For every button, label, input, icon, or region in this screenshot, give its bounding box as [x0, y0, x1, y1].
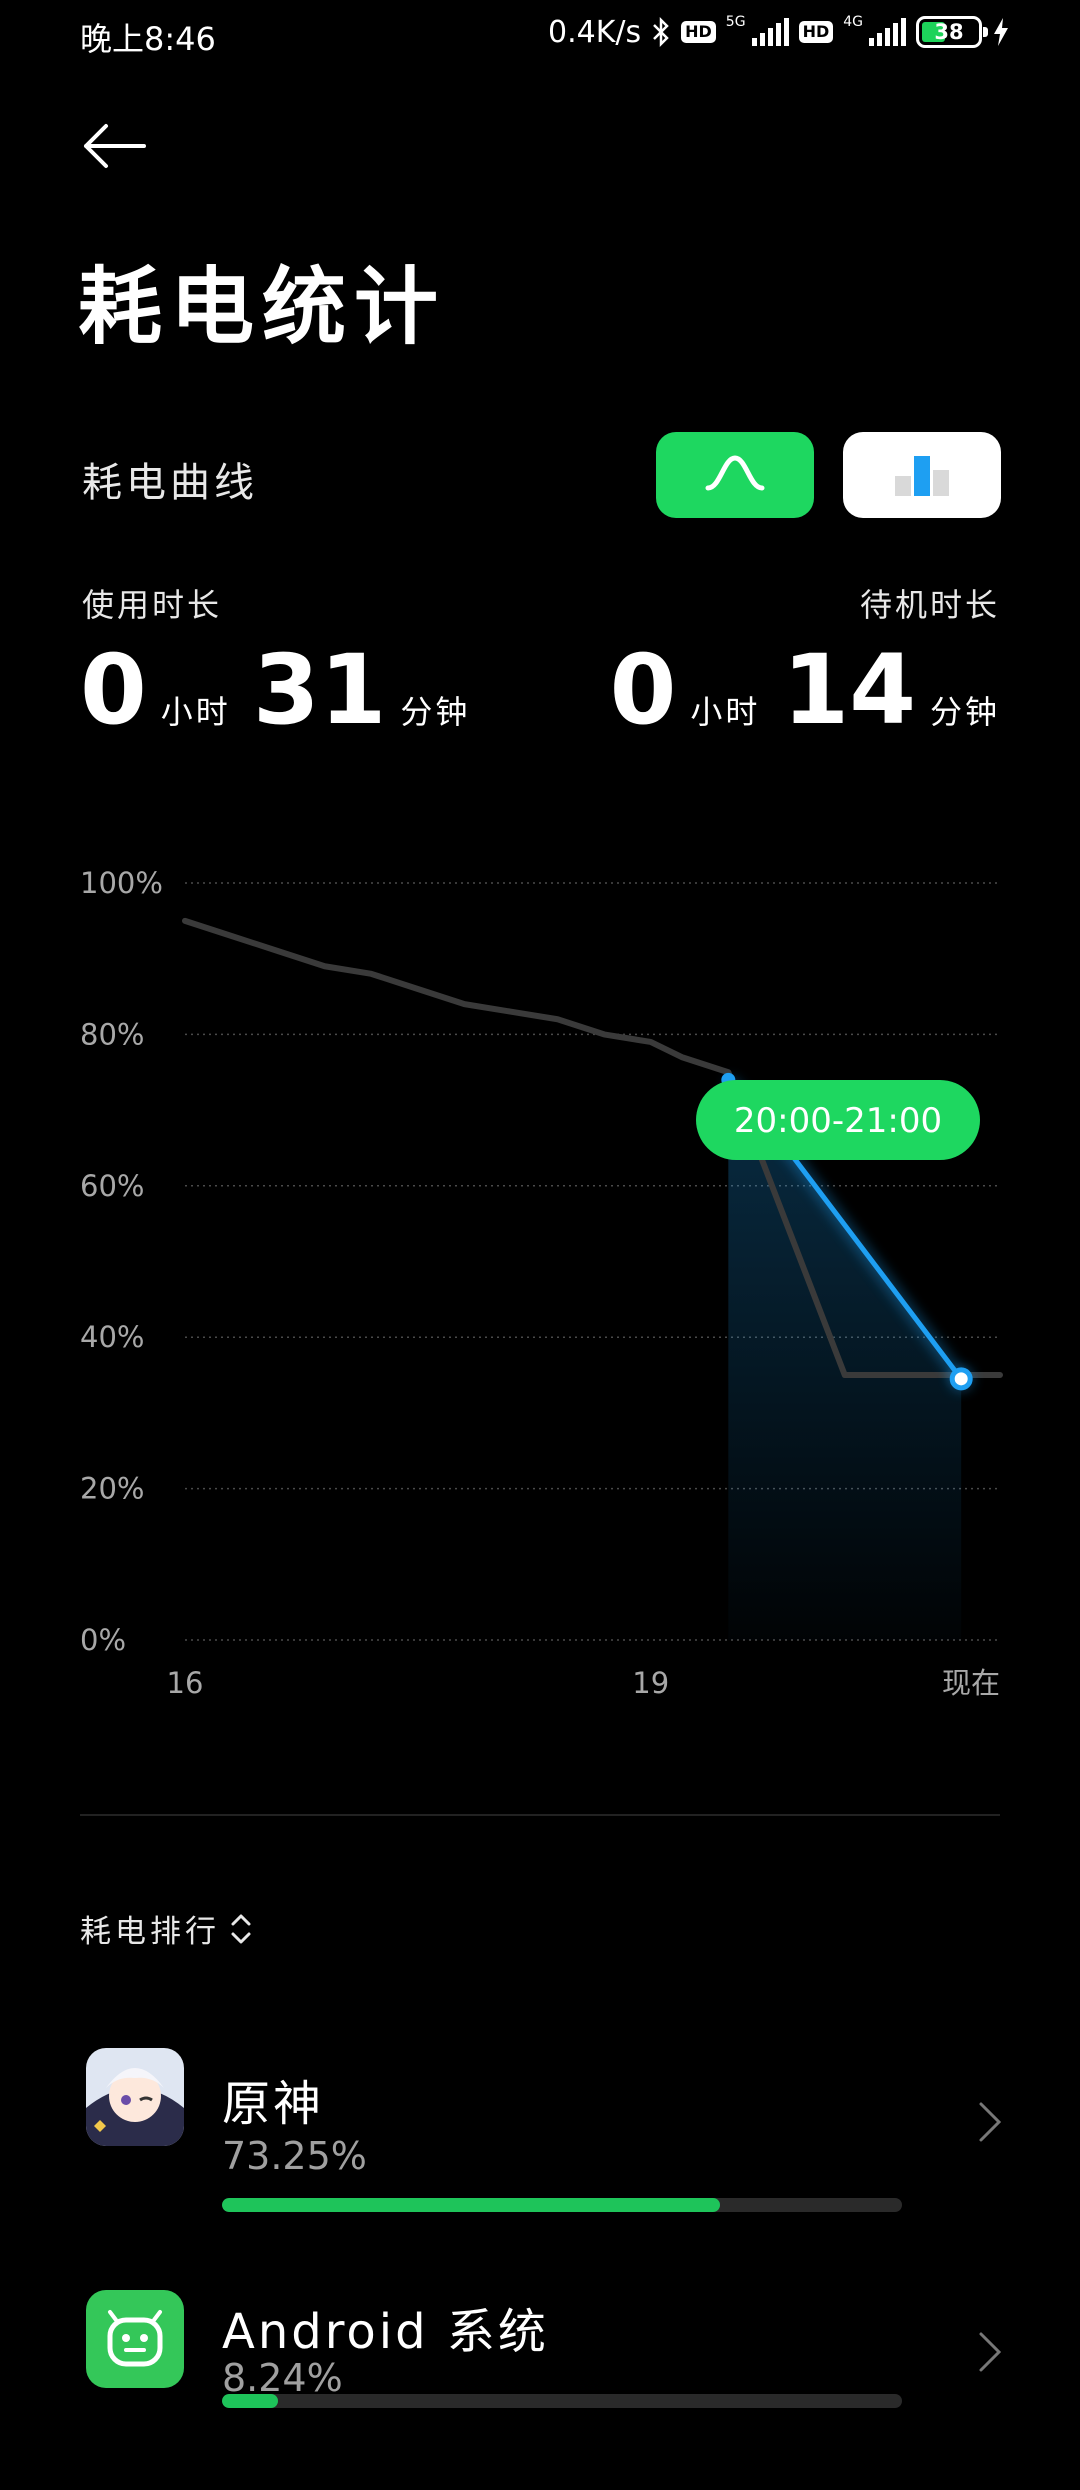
minutes-unit: 分钟 — [400, 693, 471, 731]
curve-view-toggle[interactable] — [656, 432, 814, 518]
bar-view-toggle[interactable] — [843, 432, 1001, 518]
ranking-title: 耗电排行 — [80, 1914, 220, 1950]
charging-icon — [994, 18, 1008, 46]
chevron-right-icon — [979, 2102, 1002, 2142]
app-row-genshin[interactable]: 原神 73.25% — [0, 2048, 1080, 2248]
hours-unit: 小时 — [690, 693, 761, 731]
hd-badge: HD — [798, 21, 834, 43]
y-tick-label: 80% — [80, 1017, 144, 1051]
bar-chart-icon — [895, 456, 949, 496]
current-point — [949, 1367, 973, 1391]
usage-duration-value: 0 小时 31 分钟 — [80, 642, 492, 738]
android-system-app-icon — [86, 2290, 184, 2388]
battery-level: 38 — [934, 20, 964, 44]
app-usage-bar-fill — [222, 2198, 721, 2212]
chevron-right-icon — [979, 2332, 1002, 2372]
app-percent: 73.25% — [222, 2134, 367, 2178]
curve-icon — [705, 455, 765, 491]
standby-hours: 0 — [609, 634, 677, 746]
y-tick-label: 40% — [80, 1320, 144, 1354]
page-title: 耗电统计 — [78, 257, 447, 356]
y-tick-label: 100% — [80, 866, 163, 900]
y-tick-label: 0% — [80, 1623, 126, 1657]
x-tick-label: 16 — [167, 1666, 204, 1700]
app-row-android-system[interactable]: Android 系统 8.24% — [0, 2290, 1080, 2490]
battery-curve-chart[interactable]: 100% 80% 60% 40% 20% 0% 16 19 现在 20:00-21:00 — [0, 850, 1080, 1730]
standby-duration-value: 0 小时 14 分钟 — [610, 642, 1022, 738]
sort-toggle-icon — [231, 1914, 251, 1943]
genshin-app-icon — [86, 2048, 184, 2146]
usage-duration-label: 使用时长 — [82, 586, 223, 624]
section-title-curve: 耗电曲线 — [82, 460, 258, 506]
battery-icon: 38 — [916, 16, 988, 48]
signal-icon — [751, 18, 789, 46]
hours-unit: 小时 — [160, 693, 231, 731]
app-usage-bar — [222, 2394, 902, 2408]
network-type-label: 5G — [725, 14, 746, 30]
ranking-sort-button[interactable]: 耗电排行 — [80, 1906, 252, 1951]
y-tick-label: 20% — [80, 1472, 144, 1506]
back-arrow-icon — [84, 124, 146, 168]
x-tick-label: 19 — [632, 1666, 669, 1700]
y-tick-label: 60% — [80, 1169, 144, 1203]
status-icons: 0.4K/s HD 5G HD 4G 38 — [548, 14, 1010, 50]
app-name: 原神 — [222, 2076, 325, 2132]
standby-duration-label: 待机时长 — [859, 586, 1000, 624]
app-usage-bar — [222, 2198, 902, 2212]
app-usage-bar-fill — [222, 2394, 279, 2408]
standby-minutes: 14 — [782, 634, 916, 746]
network-type-label: 4G — [843, 14, 863, 30]
usage-hours: 0 — [80, 634, 147, 746]
hd-badge: HD — [681, 21, 716, 43]
usage-minutes: 31 — [252, 634, 387, 746]
section-divider — [80, 1814, 1000, 1816]
signal-icon — [869, 18, 906, 46]
minutes-unit: 分钟 — [929, 693, 1000, 731]
status-time: 晚上8:46 — [80, 20, 216, 58]
bluetooth-icon — [653, 16, 669, 48]
app-name: Android 系统 — [222, 2304, 549, 2360]
back-button[interactable] — [80, 118, 152, 174]
network-speed: 0.4K/s — [548, 14, 642, 50]
time-range-label: 20:00-21:00 — [734, 1101, 942, 1141]
x-tick-label: 现在 — [942, 1666, 1000, 1700]
status-bar: 晚上8:46 0.4K/s HD 5G HD 4G 38 — [0, 0, 1080, 64]
